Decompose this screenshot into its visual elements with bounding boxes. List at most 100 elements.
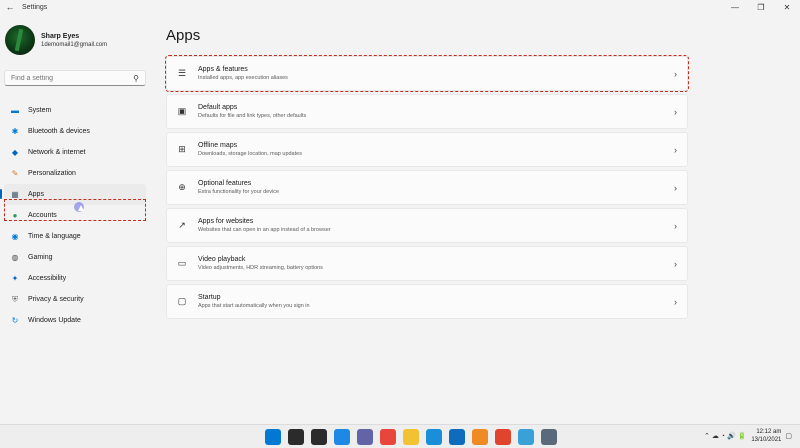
page-title: Apps xyxy=(166,27,201,44)
chevron-right-icon: › xyxy=(674,258,677,269)
tray-icons[interactable]: ⌃ ☁ ◔ 🔊 🔋 xyxy=(704,432,746,440)
sidebar-item-label: Accounts xyxy=(28,212,57,219)
card-description: Extra functionality for your device xyxy=(198,189,280,195)
system-icon: ▬ xyxy=(11,106,19,115)
card-text: Apps & features Installed apps, app execu… xyxy=(198,66,288,81)
update-icon: ↻ xyxy=(11,316,19,325)
card-description: Downloads, storage location, map updates xyxy=(198,151,302,157)
website-app-icon: ↗ xyxy=(178,220,186,230)
card-text: Video playback Video adjustments, HDR str… xyxy=(198,256,323,271)
card-apps-features[interactable]: ☰ Apps & features Installed apps, app exec… xyxy=(165,55,689,92)
close-button[interactable]: ✕ xyxy=(774,0,800,14)
globe-icon: ◉ xyxy=(11,232,19,241)
card-title: Apps & features xyxy=(198,66,248,73)
card-description: Websites that can open in an app instead… xyxy=(198,227,331,233)
edge-icon[interactable] xyxy=(426,429,442,445)
clock-time: 12:12 am xyxy=(756,429,782,435)
title-bar: ← Settings — ❐ ✕ xyxy=(0,0,800,14)
wifi-icon: ◆ xyxy=(11,148,19,157)
chevron-right-icon: › xyxy=(674,296,677,307)
card-default-apps[interactable]: ▣ Default apps Defaults for file and link … xyxy=(166,94,688,129)
sidebar-item-label: Network & internet xyxy=(28,149,86,156)
gaming-icon: ◍ xyxy=(11,253,19,262)
chevron-right-icon: › xyxy=(674,144,677,155)
back-arrow-icon[interactable]: ← xyxy=(2,0,18,14)
apps-icon: ▦ xyxy=(11,190,19,199)
window-controls: — ❐ ✕ xyxy=(722,0,800,14)
avatar xyxy=(5,25,35,55)
card-startup[interactable]: ▢ Startup Apps that start automatically wh… xyxy=(166,284,688,319)
file-explorer-icon[interactable] xyxy=(403,429,419,445)
shield-icon: ⛨ xyxy=(12,294,18,304)
bluetooth-icon: ✱ xyxy=(11,127,19,136)
sidebar-item-label: Gaming xyxy=(28,254,53,261)
sidebar: Sharp Eyes 1demomail1@gmail.com ⚲ ▬ Syste… xyxy=(0,14,152,424)
sidebar-item-gaming[interactable]: ◍ Gaming xyxy=(4,247,146,268)
sidebar-item-system[interactable]: ▬ System xyxy=(4,100,146,121)
sidebar-item-apps[interactable]: ▦ Apps xyxy=(0,184,146,205)
card-text: Offline maps Downloads, storage location,… xyxy=(198,142,302,157)
startup-icon: ▢ xyxy=(177,296,187,306)
clock[interactable]: 12:12 am 13/10/2021 xyxy=(751,428,781,444)
chrome-icon[interactable] xyxy=(380,429,396,445)
card-description: Video adjustments, HDR streaming, batter… xyxy=(198,265,323,271)
card-description: Installed apps, app execution aliases xyxy=(198,75,288,81)
profile-name: Sharp Eyes xyxy=(41,32,80,40)
sidebar-item-accessibility[interactable]: ✦ Accessibility xyxy=(4,268,146,289)
card-text: Startup Apps that start automatically whe… xyxy=(198,294,310,309)
sidebar-item-windows-update[interactable]: ↻ Windows Update xyxy=(4,310,146,331)
minimize-button[interactable]: — xyxy=(722,0,748,14)
accessibility-icon: ✦ xyxy=(11,274,19,283)
chevron-right-icon: › xyxy=(674,182,677,193)
settings-icon[interactable] xyxy=(541,429,557,445)
window-title: Settings xyxy=(22,3,48,11)
clock-date: 13/10/2021 xyxy=(751,437,782,443)
map-icon: ⊞ xyxy=(178,144,186,154)
sidebar-item-time-language[interactable]: ◉ Time & language xyxy=(4,226,146,247)
notification-icon[interactable]: ▢ xyxy=(785,432,792,440)
mouse-cursor xyxy=(74,202,84,212)
taskbar: ⌃ ☁ ◔ 🔊 🔋 12:12 am 13/10/2021 ▢ xyxy=(0,424,800,448)
sidebar-item-personalization[interactable]: ✎ Personalization xyxy=(4,163,146,184)
card-apps-for-websites[interactable]: ↗ Apps for websites Websites that can open… xyxy=(166,208,688,243)
sidebar-item-privacy-security[interactable]: ⛨ Privacy & security xyxy=(4,289,146,310)
chat-icon[interactable] xyxy=(357,429,373,445)
chevron-right-icon: › xyxy=(674,220,677,231)
card-title: Offline maps xyxy=(198,142,238,149)
card-title: Optional features xyxy=(198,180,252,187)
card-video-playback[interactable]: ▭ Video playback Video adjustments, HDR st… xyxy=(166,246,688,281)
optional-features-icon: ⊕ xyxy=(178,182,186,192)
search-box[interactable]: ⚲ xyxy=(4,70,146,86)
card-title: Startup xyxy=(198,294,221,301)
search-icon[interactable]: ⚲ xyxy=(133,74,139,83)
card-optional-features[interactable]: ⊕ Optional features Extra functionality fo… xyxy=(166,170,688,205)
sidebar-item-label: Time & language xyxy=(28,233,81,240)
search-input[interactable] xyxy=(5,74,125,82)
account-icon: ● xyxy=(12,211,18,220)
sidebar-item-network-internet[interactable]: ◆ Network & internet xyxy=(4,142,146,163)
card-description: Defaults for file and link types, other … xyxy=(198,113,307,119)
brush-icon: ✎ xyxy=(11,169,19,178)
settings-card-list: ☰ Apps & features Installed apps, app exec… xyxy=(165,55,689,322)
maximize-button[interactable]: ❐ xyxy=(748,0,774,14)
card-text: Optional features Extra functionality for… xyxy=(198,180,279,195)
taskbar-apps xyxy=(265,429,564,445)
sidebar-item-bluetooth-devices[interactable]: ✱ Bluetooth & devices xyxy=(4,121,146,142)
card-description: Apps that start automatically when you s… xyxy=(198,303,310,309)
photos-icon[interactable] xyxy=(518,429,534,445)
sidebar-nav: ▬ System ✱ Bluetooth & devices ◆ Network & in… xyxy=(0,100,146,331)
store-icon[interactable] xyxy=(449,429,465,445)
sidebar-item-label: Apps xyxy=(28,191,44,198)
user-profile[interactable]: Sharp Eyes 1demomail1@gmail.com xyxy=(5,25,107,55)
card-title: Apps for websites xyxy=(198,218,254,225)
sidebar-item-label: Windows Update xyxy=(28,317,81,324)
list-icon: ☰ xyxy=(177,68,187,78)
search-icon[interactable] xyxy=(288,429,304,445)
task-view-icon[interactable] xyxy=(311,429,327,445)
recorder-icon[interactable] xyxy=(495,429,511,445)
app-icon[interactable] xyxy=(472,429,488,445)
card-offline-maps[interactable]: ⊞ Offline maps Downloads, storage location… xyxy=(166,132,688,167)
widgets-icon[interactable] xyxy=(334,429,350,445)
windows-start-icon[interactable] xyxy=(265,429,281,445)
sidebar-item-label: Accessibility xyxy=(28,275,67,282)
